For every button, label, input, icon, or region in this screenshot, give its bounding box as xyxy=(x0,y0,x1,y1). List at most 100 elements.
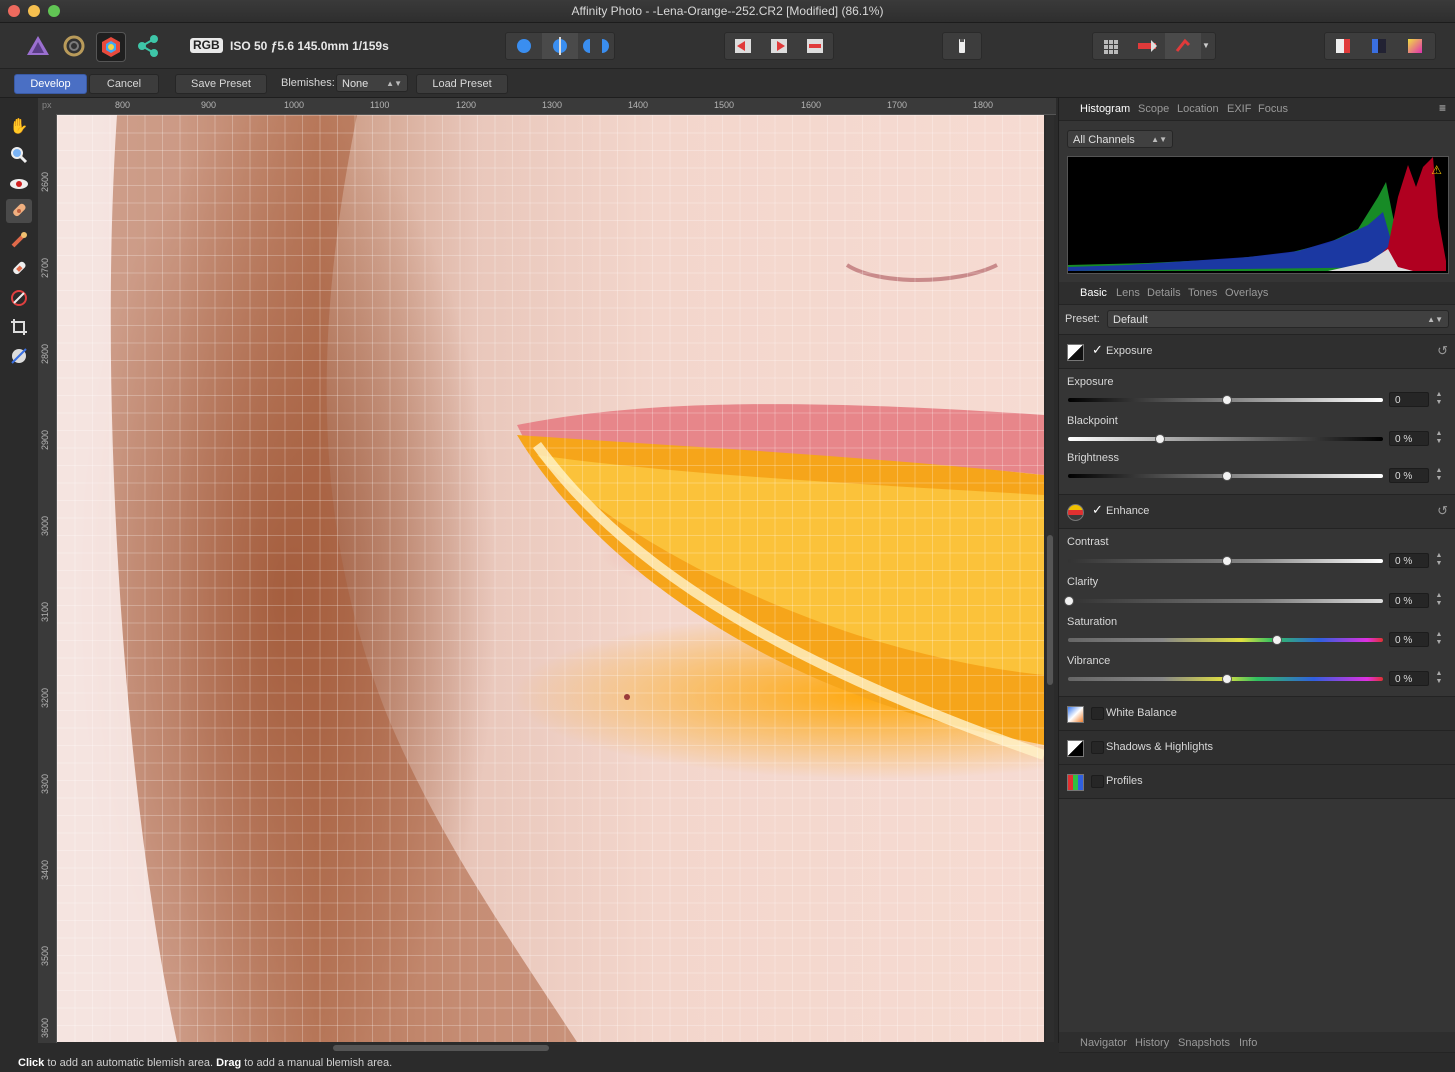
vertical-scrollbar[interactable] xyxy=(1046,115,1054,1042)
profiles-enabled-checkbox[interactable] xyxy=(1091,775,1104,788)
right-studio-icon[interactable] xyxy=(1361,33,1397,59)
profiles-section-header[interactable]: Profiles xyxy=(1059,764,1455,799)
stepper-icon[interactable]: ▲ ▼ xyxy=(1435,670,1443,686)
color-studio-icon[interactable] xyxy=(1397,33,1433,59)
enhance-enabled-checkbox[interactable]: ✓ xyxy=(1092,502,1104,517)
photo-persona-icon[interactable] xyxy=(24,32,52,60)
stepper-icon[interactable]: ▲ ▼ xyxy=(1435,467,1443,483)
vibrance-slider[interactable] xyxy=(1068,674,1383,684)
hand-tool-icon[interactable]: ✋ xyxy=(6,114,32,138)
blackpoint-slider[interactable] xyxy=(1068,434,1383,444)
tab-navigator[interactable]: Navigator xyxy=(1080,1037,1127,1049)
clarity-value[interactable]: 0 % xyxy=(1389,593,1429,608)
exposure-section-header[interactable]: ✓ Exposure ↺ xyxy=(1059,334,1455,369)
slider-knob[interactable] xyxy=(1221,471,1232,481)
v-ruler-tick: 3600 xyxy=(40,1017,50,1038)
highlight-clipping-icon[interactable] xyxy=(1129,33,1165,59)
export-persona-icon[interactable] xyxy=(134,32,162,60)
channel-select[interactable]: All Channels ▲▼ xyxy=(1067,130,1173,148)
tab-scope[interactable]: Scope xyxy=(1138,103,1169,115)
stepper-icon[interactable]: ▲ ▼ xyxy=(1435,592,1443,608)
slider-knob[interactable] xyxy=(1271,635,1282,645)
patch-tool-icon[interactable] xyxy=(6,257,32,281)
stepper-icon[interactable]: ▲ ▼ xyxy=(1435,552,1443,568)
shadows-highlights-enabled-checkbox[interactable] xyxy=(1091,741,1104,754)
enhance-section-header[interactable]: ✓ Enhance ↺ xyxy=(1059,494,1455,529)
tab-location[interactable]: Location xyxy=(1177,103,1219,115)
clone-tool-icon[interactable] xyxy=(6,228,32,252)
reset-icon[interactable]: ↺ xyxy=(1437,503,1448,519)
develop-button[interactable]: Develop xyxy=(14,74,87,94)
import-overlay-icon[interactable] xyxy=(725,33,761,59)
develop-persona-icon[interactable] xyxy=(96,32,126,62)
up-down-arrows-icon: ▲▼ xyxy=(1427,315,1443,324)
fit-overlay-icon[interactable] xyxy=(797,33,833,59)
tab-histogram[interactable]: Histogram xyxy=(1080,103,1130,115)
white-balance-tool-icon[interactable] xyxy=(6,344,32,368)
grid-overlay-icon[interactable] xyxy=(1093,33,1129,59)
exposure-enabled-checkbox[interactable]: ✓ xyxy=(1092,342,1104,357)
white-balance-section-header[interactable]: White Balance xyxy=(1059,696,1455,731)
stepper-icon[interactable]: ▲ ▼ xyxy=(1435,391,1443,407)
tab-overlays[interactable]: Overlays xyxy=(1225,287,1268,299)
exposure-value[interactable]: 0 xyxy=(1389,392,1429,407)
tab-snapshots[interactable]: Snapshots xyxy=(1178,1037,1230,1049)
white-balance-icon xyxy=(1067,706,1084,723)
photo-canvas[interactable] xyxy=(57,115,1044,1042)
exposure-slider[interactable] xyxy=(1068,395,1383,405)
load-preset-button[interactable]: Load Preset xyxy=(416,74,508,94)
shadows-highlights-section-header[interactable]: Shadows & Highlights xyxy=(1059,730,1455,765)
save-preset-button[interactable]: Save Preset xyxy=(175,74,267,94)
tab-basic[interactable]: Basic xyxy=(1080,287,1107,299)
saturation-value[interactable]: 0 % xyxy=(1389,632,1429,647)
liquify-persona-icon[interactable] xyxy=(60,32,88,60)
tab-details[interactable]: Details xyxy=(1147,287,1181,299)
slider-knob[interactable] xyxy=(1221,674,1232,684)
horizontal-scrollbar[interactable] xyxy=(57,1043,1044,1053)
blemish-removal-tool-icon[interactable] xyxy=(6,199,32,223)
status-bar: Click to add an automatic blemish area. … xyxy=(0,1053,1455,1072)
brightness-value[interactable]: 0 % xyxy=(1389,468,1429,483)
chevron-down-icon[interactable]: ▼ xyxy=(1197,33,1215,59)
stepper-icon[interactable]: ▲ ▼ xyxy=(1435,631,1443,647)
preset-label: Preset: xyxy=(1065,313,1100,325)
white-balance-enabled-checkbox[interactable] xyxy=(1091,707,1104,720)
blemishes-select[interactable]: None ▲▼ xyxy=(336,74,408,92)
slider-knob[interactable] xyxy=(1221,395,1232,405)
left-studio-icon[interactable] xyxy=(1325,33,1361,59)
red-eye-tool-icon[interactable] xyxy=(6,172,32,196)
brightness-slider[interactable] xyxy=(1068,471,1383,481)
slider-knob[interactable] xyxy=(1155,434,1166,444)
shadow-clipping-icon[interactable] xyxy=(1165,33,1201,59)
tab-focus[interactable]: Focus xyxy=(1258,103,1288,115)
crop-tool-icon[interactable] xyxy=(6,315,32,339)
up-down-arrows-icon: ▲▼ xyxy=(1151,135,1167,144)
clarity-slider[interactable] xyxy=(1064,596,1383,606)
saturation-slider[interactable] xyxy=(1068,635,1383,645)
stepper-icon[interactable]: ▲ ▼ xyxy=(1435,430,1443,446)
mirror-view-button[interactable] xyxy=(578,33,614,59)
cancel-button[interactable]: Cancel xyxy=(89,74,159,94)
tab-history[interactable]: History xyxy=(1135,1037,1169,1049)
contrast-value[interactable]: 0 % xyxy=(1389,553,1429,568)
slider-knob[interactable] xyxy=(1064,596,1074,606)
tab-lens[interactable]: Lens xyxy=(1116,287,1140,299)
tab-info[interactable]: Info xyxy=(1239,1037,1257,1049)
contrast-slider[interactable] xyxy=(1068,556,1383,566)
tab-tones[interactable]: Tones xyxy=(1188,287,1217,299)
slider-knob[interactable] xyxy=(1221,556,1232,566)
preset-select[interactable]: Default ▲▼ xyxy=(1107,310,1449,328)
vibrance-value[interactable]: 0 % xyxy=(1389,671,1429,686)
tab-exif[interactable]: EXIF xyxy=(1227,103,1251,115)
reset-icon[interactable]: ↺ xyxy=(1437,343,1448,359)
horizontal-scroll-thumb[interactable] xyxy=(333,1045,549,1051)
single-view-button[interactable] xyxy=(506,33,542,59)
remove-overlay-icon[interactable] xyxy=(761,33,797,59)
clipping-button[interactable] xyxy=(942,32,982,60)
overlay-paint-tool-icon[interactable] xyxy=(6,286,32,310)
zoom-tool-icon[interactable] xyxy=(6,143,32,167)
panel-menu-icon[interactable]: ≡ xyxy=(1439,101,1446,115)
blackpoint-value[interactable]: 0 % xyxy=(1389,431,1429,446)
split-view-button[interactable] xyxy=(542,33,578,59)
vertical-scroll-thumb[interactable] xyxy=(1047,535,1053,685)
